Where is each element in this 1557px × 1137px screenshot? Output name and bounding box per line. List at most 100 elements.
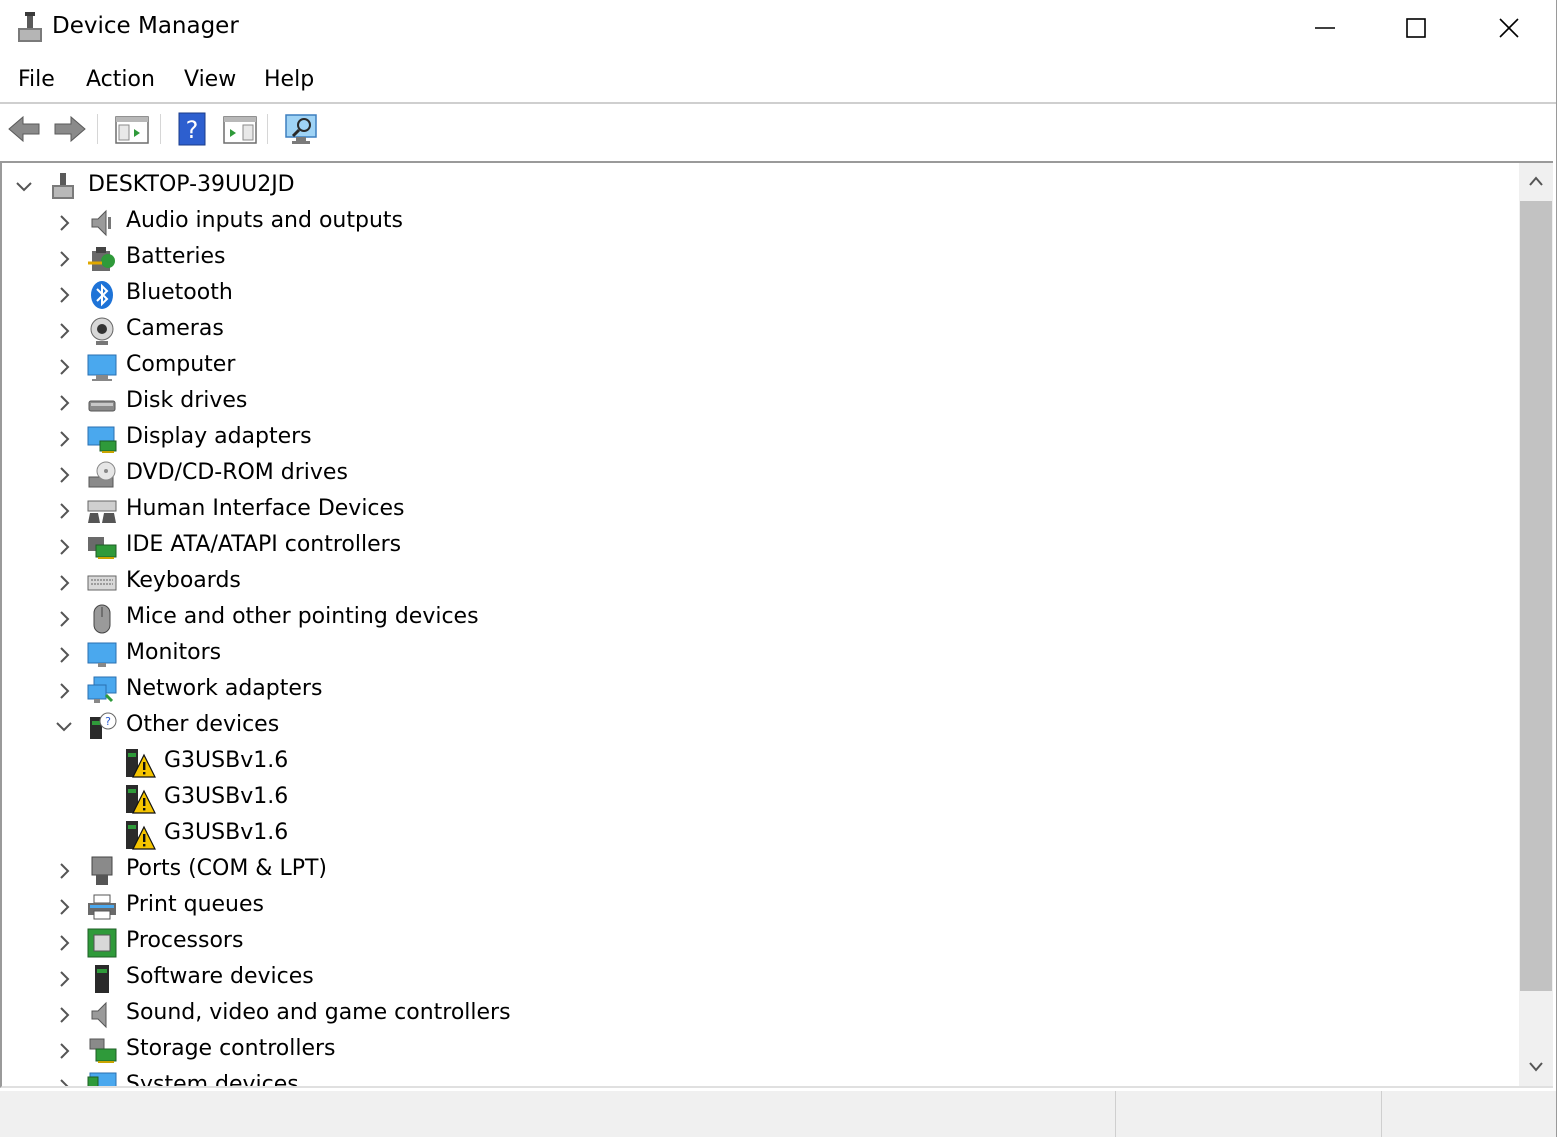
scroll-up-arrow-icon[interactable] [1528,175,1544,187]
system-devices-icon [87,1072,117,1086]
toolbar: ? [0,105,1556,151]
menu-action[interactable]: Action [86,67,155,92]
warning-device-icon [126,821,156,850]
warning-device-icon [126,749,156,778]
chevron-right-icon[interactable] [52,571,76,595]
tree-item-label: System devices [126,1072,299,1088]
tree-item-label: Software devices [126,964,314,989]
display-adapter-icon [87,426,117,453]
close-button[interactable] [1463,0,1555,56]
tree-category-item[interactable]: Monitors [2,637,1517,673]
monitor-icon [87,642,117,667]
chevron-right-icon[interactable] [52,463,76,487]
tree-device-item[interactable]: G3USBv1.6 [2,781,1517,817]
tree-category-item[interactable]: Mice and other pointing devices [2,601,1517,637]
chevron-right-icon[interactable] [52,607,76,631]
tree-item-label: Bluetooth [126,280,233,305]
tree-category-item[interactable]: Network adapters [2,673,1517,709]
tree-item-label: Audio inputs and outputs [126,208,403,233]
show-hide-console-tree-icon[interactable] [114,111,150,147]
chevron-right-icon[interactable] [52,967,76,991]
tree-item-label: Human Interface Devices [126,496,405,521]
tree-category-item[interactable]: Sound, video and game controllers [2,997,1517,1033]
close-icon [1499,18,1519,38]
tree-item-label: Keyboards [126,568,241,593]
chevron-right-icon[interactable] [52,859,76,883]
tree-item-label: Mice and other pointing devices [126,604,479,629]
tree-item-label: Sound, video and game controllers [126,1000,511,1025]
title-bar[interactable]: Device Manager [0,0,1556,58]
sound-controller-icon [91,1001,107,1029]
menu-bar: File Action View Help [0,58,1556,104]
svg-text:?: ? [186,116,199,144]
chevron-right-icon[interactable] [52,427,76,451]
window-title: Device Manager [52,13,239,39]
tree-category-item[interactable]: ? Other devices [2,709,1517,745]
tree-category-item[interactable]: Ports (COM & LPT) [2,853,1517,889]
tree-device-item[interactable]: G3USBv1.6 [2,745,1517,781]
chevron-down-icon[interactable] [12,175,36,199]
maximize-button[interactable] [1370,0,1462,56]
help-icon[interactable]: ? [175,111,211,147]
tree-category-item[interactable]: Batteries [2,241,1517,277]
scroll-down-arrow-icon[interactable] [1528,1061,1544,1073]
scan-hardware-changes-icon[interactable] [284,111,320,147]
chevron-right-icon[interactable] [52,355,76,379]
tree-item-label: Network adapters [126,676,323,701]
chevron-down-icon[interactable] [52,715,76,739]
chevron-right-icon[interactable] [52,1075,76,1088]
status-separator [1115,1091,1116,1137]
properties-pane-icon[interactable] [222,111,258,147]
chevron-right-icon[interactable] [52,679,76,703]
chevron-right-icon[interactable] [52,643,76,667]
minimize-button[interactable] [1279,0,1371,56]
processor-icon [87,928,117,958]
vertical-scrollbar[interactable] [1519,163,1553,1086]
tree-item-label: G3USBv1.6 [164,784,289,809]
chevron-right-icon[interactable] [52,391,76,415]
chevron-right-icon[interactable] [52,895,76,919]
tree-category-item[interactable]: Processors [2,925,1517,961]
chevron-right-icon[interactable] [52,499,76,523]
chevron-right-icon[interactable] [52,211,76,235]
chevron-right-icon[interactable] [52,1003,76,1027]
toolbar-separator [160,114,161,144]
menu-view[interactable]: View [184,67,236,92]
tree-category-item[interactable]: System devices [2,1069,1517,1088]
tree-category-item[interactable]: Audio inputs and outputs [2,205,1517,241]
menu-file[interactable]: File [18,67,55,92]
menu-help[interactable]: Help [264,67,314,92]
tree-item-label: Display adapters [126,424,312,449]
forward-arrow-icon[interactable] [52,111,88,147]
chevron-right-icon[interactable] [52,931,76,955]
tree-category-item[interactable]: Cameras [2,313,1517,349]
chevron-right-icon[interactable] [52,283,76,307]
chevron-right-icon[interactable] [52,1039,76,1063]
tree-category-item[interactable]: Disk drives [2,385,1517,421]
speaker-icon [91,209,111,237]
camera-icon [90,317,114,345]
tree-item-label: Ports (COM & LPT) [126,856,327,881]
chevron-right-icon[interactable] [52,247,76,271]
device-manager-app-icon [18,12,42,42]
tree-category-item[interactable]: Software devices [2,961,1517,997]
back-arrow-icon[interactable] [6,111,42,147]
status-bar [0,1091,1556,1137]
tree-category-item[interactable]: Computer [2,349,1517,385]
toolbar-separator [267,114,268,144]
bluetooth-icon [91,281,113,309]
device-tree[interactable]: DESKTOP-39UU2JD Audio inputs and outputs B… [0,161,1553,1088]
tree-root-item[interactable]: DESKTOP-39UU2JD [2,169,1517,205]
scrollbar-thumb[interactable] [1520,201,1552,991]
tree-device-item[interactable]: G3USBv1.6 [2,817,1517,853]
chevron-right-icon[interactable] [52,535,76,559]
tree-category-item[interactable]: Bluetooth [2,277,1517,313]
tree-category-item[interactable]: Display adapters [2,421,1517,457]
tree-category-item[interactable]: Storage controllers [2,1033,1517,1069]
tree-category-item[interactable]: Human Interface Devices [2,493,1517,529]
tree-category-item[interactable]: IDE ATA/ATAPI controllers [2,529,1517,565]
chevron-right-icon[interactable] [52,319,76,343]
tree-category-item[interactable]: Print queues [2,889,1517,925]
tree-category-item[interactable]: DVD/CD-ROM drives [2,457,1517,493]
tree-category-item[interactable]: Keyboards [2,565,1517,601]
